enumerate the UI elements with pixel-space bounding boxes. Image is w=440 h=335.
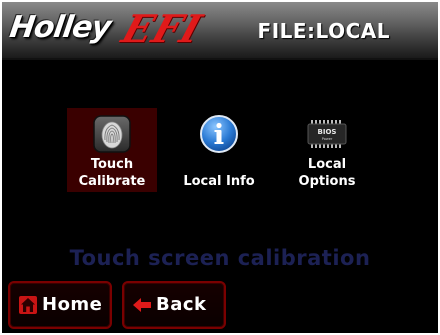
app-screen: Holley EFI FILE:LOCAL Touch Calibrate Lo…: [2, 2, 438, 333]
status-text: Touch screen calibration: [69, 246, 371, 270]
bios-chip-text: BIOS: [318, 128, 337, 136]
left-arrow-icon: [132, 295, 152, 315]
efi-logo: EFI: [116, 6, 209, 51]
back-button[interactable]: Back: [122, 281, 226, 329]
local-options-label: Local Options: [282, 156, 372, 190]
home-button-label: Home: [42, 294, 103, 315]
touch-calibrate-label: Touch Calibrate: [67, 156, 157, 190]
local-info-option[interactable]: Local Info: [174, 108, 264, 192]
page-title: FILE:LOCAL: [257, 19, 390, 43]
bios-chip-icon: BIOS Power: [307, 114, 347, 154]
back-button-label: Back: [156, 294, 207, 315]
house-icon: [18, 295, 38, 315]
bios-chip-subtext: Power: [322, 137, 333, 141]
touch-calibrate-option[interactable]: Touch Calibrate: [67, 108, 157, 192]
local-options-label-line2: Options: [298, 174, 356, 189]
touch-calibrate-label-line2: Calibrate: [78, 174, 146, 189]
header-bar: Holley EFI FILE:LOCAL: [2, 2, 438, 60]
local-info-label: Local Info: [183, 174, 255, 189]
fingerprint-icon: [92, 114, 132, 154]
info-icon: [199, 114, 239, 154]
touch-calibrate-label-line1: Touch: [90, 157, 134, 172]
local-options-option[interactable]: BIOS Power Local Options: [282, 108, 372, 192]
home-button[interactable]: Home: [8, 281, 112, 329]
holley-logo: Holley: [7, 10, 113, 45]
local-options-label-line1: Local: [307, 157, 347, 172]
